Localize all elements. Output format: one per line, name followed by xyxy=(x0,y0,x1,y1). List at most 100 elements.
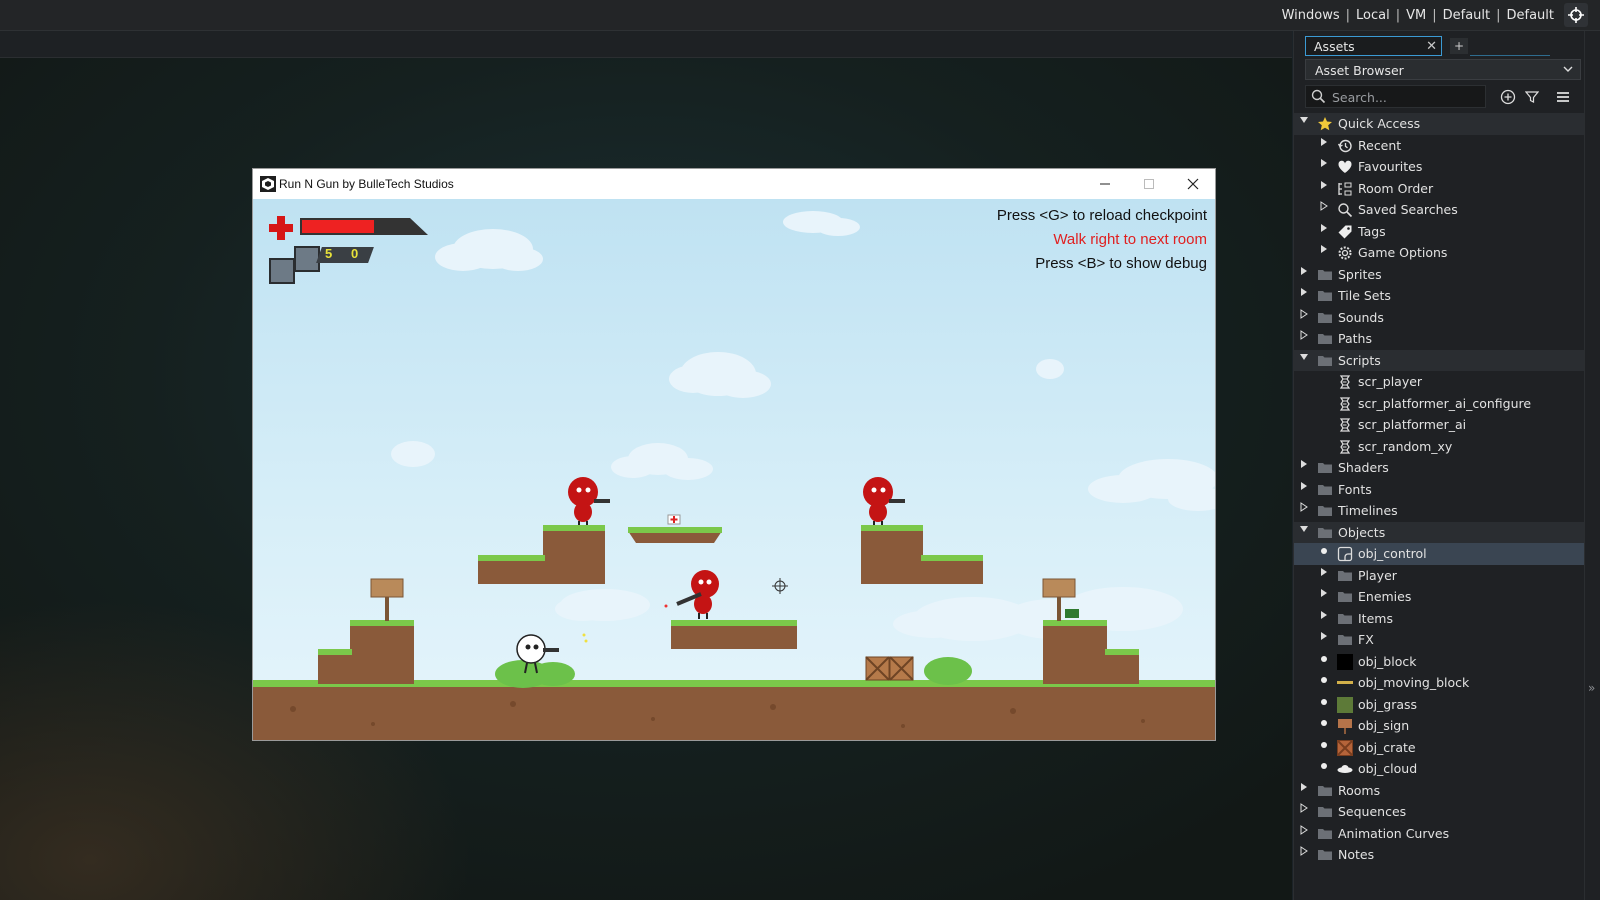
caret-right-icon[interactable] xyxy=(1318,565,1330,587)
tree-row-sounds[interactable]: Sounds xyxy=(1294,307,1585,329)
tree-row-room-order[interactable]: Room Order xyxy=(1294,178,1585,200)
caret-right-icon[interactable] xyxy=(1298,328,1310,350)
target-selector[interactable]: Windows | Local | VM | Default | Default xyxy=(1282,0,1554,30)
tree-row-tags[interactable]: Tags xyxy=(1294,221,1585,243)
add-tab-button[interactable]: + xyxy=(1450,38,1468,54)
crosshair-cursor-icon xyxy=(772,578,788,594)
chevron-right-icon[interactable]: » xyxy=(1588,681,1595,695)
caret-right-icon[interactable] xyxy=(1298,285,1310,307)
caret-right-icon[interactable] xyxy=(1318,135,1330,157)
caret-down-icon[interactable] xyxy=(1298,113,1310,135)
caret-right-icon[interactable] xyxy=(1298,457,1310,479)
tree-row-label: obj_moving_block xyxy=(1358,675,1470,690)
caret-right-icon[interactable] xyxy=(1318,178,1330,200)
tree-row-animation-curves[interactable]: Animation Curves xyxy=(1294,823,1585,845)
caret-right-icon[interactable] xyxy=(1298,801,1310,823)
caret-down-icon[interactable] xyxy=(1298,350,1310,372)
tree-row-objects[interactable]: Objects xyxy=(1294,521,1585,544)
filter-icon[interactable] xyxy=(1523,88,1541,106)
tree-row-scr-platformer-ai-configure[interactable]: scr_platformer_ai_configure xyxy=(1294,393,1585,415)
close-icon[interactable]: ✕ xyxy=(1426,37,1437,57)
tab-assets-label: Assets xyxy=(1314,39,1355,54)
search-row xyxy=(1305,85,1581,109)
tree-row-label: Items xyxy=(1358,610,1393,626)
caret-right-icon[interactable] xyxy=(1298,844,1310,866)
crosshair-icon[interactable] xyxy=(1564,3,1588,27)
tab-assets[interactable]: Assets ✕ xyxy=(1305,36,1442,56)
tree-row-scr-player[interactable]: scr_player xyxy=(1294,371,1585,393)
minimize-button[interactable] xyxy=(1083,169,1127,199)
tree-row-label: scr_random_xy xyxy=(1358,438,1453,454)
tree-row-fx[interactable]: FX xyxy=(1294,629,1585,651)
target-config[interactable]: Default xyxy=(1507,8,1555,23)
tree-row-scripts[interactable]: Scripts xyxy=(1294,349,1585,372)
tree-row-obj-crate[interactable]: obj_crate xyxy=(1294,737,1585,759)
tree-row-favourites[interactable]: Favourites xyxy=(1294,156,1585,178)
tree-row-quick-access[interactable]: Quick Access xyxy=(1294,113,1585,135)
panel-collapse-strip[interactable]: » xyxy=(1584,31,1600,900)
caret-right-icon[interactable] xyxy=(1318,629,1330,651)
tree-row-rooms[interactable]: Rooms xyxy=(1294,780,1585,802)
search-input[interactable] xyxy=(1330,88,1484,107)
tree-row-tile-sets[interactable]: Tile Sets xyxy=(1294,285,1585,307)
tree-row-obj-moving-block[interactable]: obj_moving_block xyxy=(1294,672,1585,694)
caret-right-icon[interactable] xyxy=(1298,479,1310,501)
tree-row-saved-searches[interactable]: Saved Searches xyxy=(1294,199,1585,221)
tree-row-obj-cloud[interactable]: obj_cloud xyxy=(1294,758,1585,780)
asset-browser-dropdown[interactable]: Asset Browser xyxy=(1305,59,1581,80)
menu-icon[interactable] xyxy=(1554,88,1572,106)
tree-row-fonts[interactable]: Fonts xyxy=(1294,479,1585,501)
caret-right-icon[interactable] xyxy=(1318,221,1330,243)
tree-row-label: Saved Searches xyxy=(1358,202,1458,217)
close-window-button[interactable] xyxy=(1171,169,1215,199)
tree-row-enemies[interactable]: Enemies xyxy=(1294,586,1585,608)
tree-row-obj-grass[interactable]: obj_grass xyxy=(1294,694,1585,716)
caret-right-icon[interactable] xyxy=(1318,242,1330,264)
maximize-button[interactable] xyxy=(1127,169,1171,199)
caret-right-icon[interactable] xyxy=(1318,156,1330,178)
hint-show-debug: Press <B> to show debug xyxy=(1035,255,1207,272)
tree-row-obj-block[interactable]: obj_block xyxy=(1294,651,1585,673)
tree-row-shaders[interactable]: Shaders xyxy=(1294,457,1585,479)
caret-right-icon[interactable] xyxy=(1298,264,1310,286)
caret-right-icon[interactable] xyxy=(1318,199,1330,221)
tree-row-player[interactable]: Player xyxy=(1294,565,1585,587)
target-platform[interactable]: Windows xyxy=(1282,8,1340,23)
tree-row-scr-platformer-ai[interactable]: scr_platformer_ai xyxy=(1294,414,1585,436)
target-device[interactable]: Default xyxy=(1443,8,1491,23)
folder-icon xyxy=(1337,632,1353,648)
history-icon xyxy=(1337,138,1353,154)
hint-walk-right: Walk right to next room xyxy=(1053,231,1207,248)
tree-row-sprites[interactable]: Sprites xyxy=(1294,264,1585,286)
caret-right-icon[interactable] xyxy=(1318,608,1330,630)
tree-row-notes[interactable]: Notes xyxy=(1294,844,1585,866)
caret-right-icon[interactable] xyxy=(1298,500,1310,522)
folder-icon xyxy=(1317,288,1333,304)
folder-icon xyxy=(1317,460,1333,476)
caret-right-icon[interactable] xyxy=(1298,780,1310,802)
search-icon xyxy=(1337,202,1353,218)
caret-right-icon[interactable] xyxy=(1298,307,1310,329)
enemy-1 xyxy=(568,477,610,525)
caret-right-icon[interactable] xyxy=(1318,586,1330,608)
tree-row-items[interactable]: Items xyxy=(1294,608,1585,630)
tree-row-paths[interactable]: Paths xyxy=(1294,328,1585,350)
tree-row-label: Paths xyxy=(1338,331,1372,346)
tree-row-obj-control[interactable]: obj_control xyxy=(1294,543,1585,565)
tree-row-scr-random-xy[interactable]: scr_random_xy xyxy=(1294,436,1585,458)
tree-row-recent[interactable]: Recent xyxy=(1294,135,1585,157)
tree-row-label: Notes xyxy=(1338,847,1375,862)
game-viewport[interactable]: 5 0 Press <G> to reload checkpoint Walk … xyxy=(253,199,1215,740)
target-output[interactable]: VM xyxy=(1406,8,1426,23)
tree-row-timelines[interactable]: Timelines xyxy=(1294,500,1585,522)
caret-down-icon[interactable] xyxy=(1298,522,1310,544)
search-box[interactable] xyxy=(1305,85,1486,108)
tree-row-sequences[interactable]: Sequences xyxy=(1294,801,1585,823)
tree-row-game-options[interactable]: Game Options xyxy=(1294,242,1585,264)
game-window-titlebar[interactable]: Run N Gun by BulleTech Studios xyxy=(253,169,1215,199)
target-location[interactable]: Local xyxy=(1356,8,1390,23)
script-icon xyxy=(1337,439,1353,455)
add-asset-icon[interactable] xyxy=(1499,88,1517,106)
caret-right-icon[interactable] xyxy=(1298,823,1310,845)
tree-row-obj-sign[interactable]: obj_sign xyxy=(1294,715,1585,737)
